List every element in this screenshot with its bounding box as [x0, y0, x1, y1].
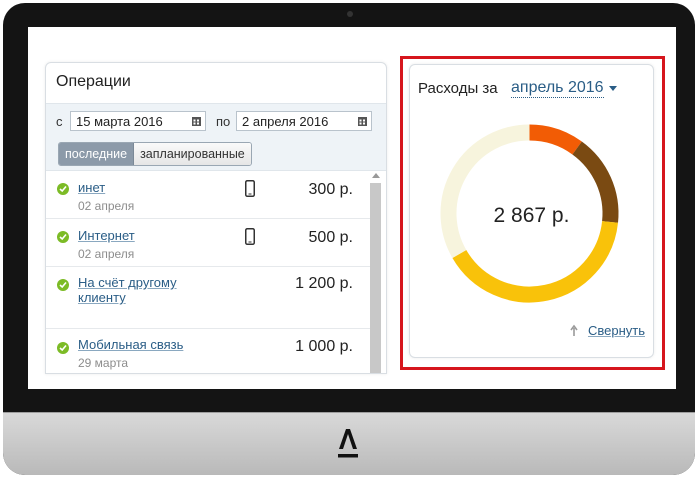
operation-date: 02 апреля	[78, 199, 135, 213]
monitor-chin	[3, 412, 695, 475]
operation-amount: 1 200 р.	[295, 275, 353, 292]
list-item[interactable]: Интернет 02 апреля 500 р.	[46, 219, 371, 267]
screen: Операции с 15 марта 2016 по 2 апреля 201…	[28, 27, 676, 389]
to-label: по	[216, 114, 231, 129]
tab-planned[interactable]: запланированные	[134, 143, 251, 165]
monitor-frame: Операции с 15 марта 2016 по 2 апреля 201…	[3, 3, 695, 475]
chevron-down-icon[interactable]	[609, 86, 617, 91]
donut-segment-0	[529, 124, 582, 155]
operation-date: 02 апреля	[78, 247, 135, 261]
calendar-icon[interactable]	[358, 117, 367, 126]
operation-title[interactable]: Мобильная связь	[78, 337, 218, 352]
phone-icon	[245, 228, 255, 245]
donut-segment-2	[452, 220, 619, 303]
list-item[interactable]: Мобильная связь 29 марта 1 000 р.	[46, 329, 371, 373]
month-selector[interactable]: апрель 2016	[511, 79, 604, 98]
scrollbar-thumb[interactable]	[370, 183, 381, 373]
list-item[interactable]: инет 02 апреля 300 р.	[46, 171, 371, 219]
from-date-value: 15 марта 2016	[76, 114, 163, 129]
list-item[interactable]: На счёт другому клиенту 1 200 р.	[46, 267, 371, 329]
to-date-value: 2 апреля 2016	[242, 114, 329, 129]
from-date-input[interactable]: 15 марта 2016	[70, 111, 206, 131]
operation-title[interactable]: инет	[78, 180, 218, 195]
check-icon	[57, 342, 69, 354]
collapse-link[interactable]: Свернуть	[588, 323, 645, 338]
operation-title[interactable]: На счёт другому клиенту	[78, 275, 218, 305]
donut-segment-3	[440, 124, 530, 258]
expenses-panel: Расходы за апрель 2016 2 867 р. Свернуть	[409, 64, 654, 358]
operation-amount: 500 р.	[308, 229, 353, 246]
operation-title[interactable]: Интернет	[78, 228, 218, 243]
operations-title: Операции	[56, 73, 131, 90]
scroll-up-icon[interactable]	[372, 173, 380, 178]
from-label: с	[56, 114, 63, 129]
operation-date: 29 марта	[78, 356, 129, 370]
operation-amount: 300 р.	[308, 181, 353, 198]
phone-icon	[245, 180, 255, 197]
tab-recent[interactable]: последние	[59, 143, 135, 165]
check-icon	[57, 231, 69, 243]
operations-panel: Операции с 15 марта 2016 по 2 апреля 201…	[45, 62, 387, 374]
check-icon	[57, 183, 69, 195]
expenses-title: Расходы за	[418, 80, 498, 97]
bank-logo-icon	[338, 429, 358, 458]
collapse-arrow-icon[interactable]	[569, 323, 579, 337]
camera-dot	[347, 11, 353, 17]
operation-amount: 1 000 р.	[295, 338, 353, 355]
operations-tabs: последние запланированные	[58, 142, 252, 166]
to-date-input[interactable]: 2 апреля 2016	[236, 111, 372, 131]
check-icon	[57, 279, 69, 291]
date-filter: с 15 марта 2016 по 2 апреля 2016 последн…	[46, 103, 386, 171]
calendar-icon[interactable]	[192, 117, 201, 126]
expenses-total: 2 867 р.	[493, 204, 570, 227]
